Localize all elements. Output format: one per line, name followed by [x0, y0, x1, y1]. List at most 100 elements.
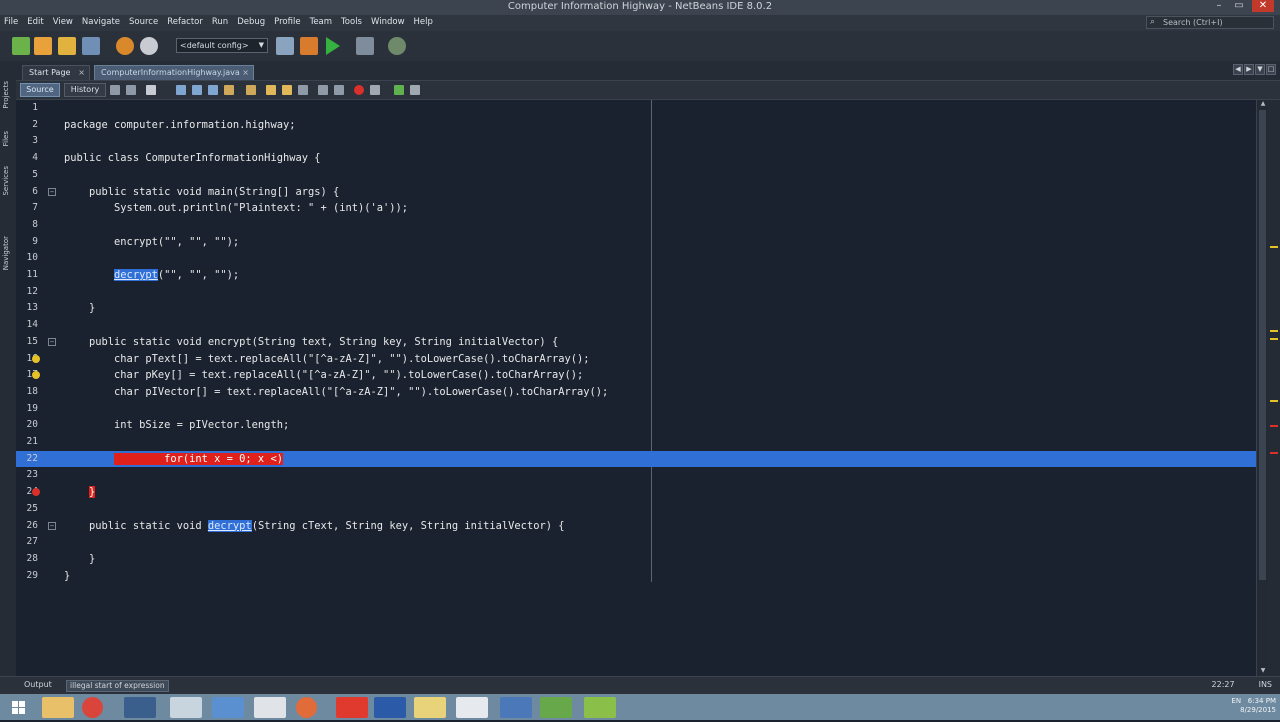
- menu-view[interactable]: View: [53, 17, 73, 27]
- debug-icon[interactable]: [356, 37, 374, 55]
- menu-team[interactable]: Team: [310, 17, 332, 27]
- code-line[interactable]: 10: [16, 250, 1256, 267]
- chrome-icon[interactable]: [82, 697, 103, 718]
- app-icon[interactable]: [540, 697, 572, 718]
- selected-identifier[interactable]: decrypt: [114, 269, 158, 281]
- tab-start-page[interactable]: Start Page ×: [22, 65, 90, 80]
- menu-navigate[interactable]: Navigate: [82, 17, 120, 27]
- code-editor[interactable]: 1 2 package computer.information.highway;…: [16, 100, 1256, 676]
- new-project-icon[interactable]: [12, 37, 30, 55]
- menu-run[interactable]: Run: [212, 17, 228, 27]
- code-line[interactable]: 4 public class ComputerInformationHighway…: [16, 150, 1256, 167]
- scroll-up-icon[interactable]: ▲: [1258, 100, 1268, 109]
- tab-scroll-right-icon[interactable]: ▶: [1244, 64, 1254, 75]
- comment-icon[interactable]: [394, 85, 404, 95]
- close-button[interactable]: ✕: [1252, 0, 1274, 12]
- side-tab-files[interactable]: Files: [2, 131, 14, 146]
- save-all-icon[interactable]: [82, 37, 100, 55]
- system-tray[interactable]: EN 6:34 PM 8/29/2015: [1231, 697, 1276, 715]
- fold-toggle-icon[interactable]: −: [48, 521, 56, 530]
- warning-marker[interactable]: [1270, 246, 1278, 248]
- maximize-editor-icon[interactable]: □: [1266, 64, 1276, 75]
- app-icon[interactable]: [170, 697, 202, 718]
- start-macro-icon[interactable]: [354, 85, 364, 95]
- code-line[interactable]: 19: [16, 401, 1256, 418]
- code-line[interactable]: 3: [16, 133, 1256, 150]
- menu-debug[interactable]: Debug: [237, 17, 265, 27]
- code-line-selected-call[interactable]: 11 decrypt("", "", "");: [16, 267, 1256, 284]
- profile-icon[interactable]: [388, 37, 406, 55]
- code-line[interactable]: 16 char pText[] = text.replaceAll("[^a-z…: [16, 351, 1256, 368]
- app-icon[interactable]: [254, 697, 286, 718]
- next-bookmark-icon[interactable]: [282, 85, 292, 95]
- new-file-icon[interactable]: [34, 37, 52, 55]
- find-previous-icon[interactable]: [192, 85, 202, 95]
- error-marker[interactable]: [1270, 425, 1278, 427]
- code-line[interactable]: 5: [16, 167, 1256, 184]
- tab-list-icon[interactable]: ▼: [1255, 64, 1265, 75]
- code-line[interactable]: 25: [16, 501, 1256, 518]
- app-icon[interactable]: [336, 697, 368, 718]
- close-icon[interactable]: ×: [78, 66, 85, 80]
- undo-icon[interactable]: [116, 37, 134, 55]
- code-line[interactable]: 18 char pIVector[] = text.replaceAll("[^…: [16, 384, 1256, 401]
- code-line[interactable]: 13 }: [16, 300, 1256, 317]
- code-line[interactable]: 27: [16, 534, 1256, 551]
- source-button[interactable]: Source: [20, 83, 60, 97]
- code-line[interactable]: 15− public static void encrypt(String te…: [16, 334, 1256, 351]
- file-explorer-icon[interactable]: [42, 697, 74, 718]
- find-next-icon[interactable]: [208, 85, 218, 95]
- menu-source[interactable]: Source: [129, 17, 158, 27]
- warning-marker[interactable]: [1270, 330, 1278, 332]
- menu-window[interactable]: Window: [371, 17, 405, 27]
- last-edit-icon[interactable]: [110, 85, 120, 95]
- close-icon[interactable]: ×: [242, 66, 249, 80]
- output-tab[interactable]: Output: [24, 680, 52, 689]
- side-tab-projects[interactable]: Projects: [2, 81, 14, 109]
- editor-scrollbar[interactable]: ▲ ▼: [1256, 100, 1268, 676]
- find-selection-icon[interactable]: [176, 85, 186, 95]
- toggle-highlight-icon[interactable]: [224, 85, 234, 95]
- menu-file[interactable]: File: [4, 17, 18, 27]
- scrollbar-thumb[interactable]: [1259, 110, 1266, 580]
- code-line[interactable]: 2 package computer.information.highway;: [16, 117, 1256, 134]
- menu-help[interactable]: Help: [414, 17, 433, 27]
- shift-left-icon[interactable]: [318, 85, 328, 95]
- app-icon[interactable]: [456, 697, 488, 718]
- app-icon[interactable]: [500, 697, 532, 718]
- code-line[interactable]: 7 System.out.println("Plaintext: " + (in…: [16, 200, 1256, 217]
- current-code-line[interactable]: 22 for(int x = 0; x <): [16, 450, 1256, 468]
- side-tab-navigator[interactable]: Navigator: [2, 236, 14, 270]
- menu-refactor[interactable]: Refactor: [167, 17, 203, 27]
- warning-marker[interactable]: [1270, 338, 1278, 340]
- maximize-button[interactable]: ▭: [1232, 0, 1246, 12]
- previous-bookmark-icon[interactable]: [266, 85, 276, 95]
- code-line[interactable]: 6− public static void main(String[] args…: [16, 184, 1256, 201]
- code-line[interactable]: 17 char pKey[] = text.replaceAll("[^a-zA…: [16, 367, 1256, 384]
- error-brace[interactable]: }: [89, 486, 96, 499]
- code-line[interactable]: 26− public static void decrypt(String cT…: [16, 518, 1256, 535]
- scroll-down-icon[interactable]: ▼: [1258, 667, 1268, 676]
- menu-tools[interactable]: Tools: [341, 17, 362, 27]
- fold-toggle-icon[interactable]: −: [48, 337, 56, 346]
- code-line[interactable]: 1: [16, 100, 1256, 117]
- app-icon[interactable]: [296, 697, 317, 718]
- warning-marker[interactable]: [1270, 400, 1278, 402]
- app-icon[interactable]: [212, 697, 244, 718]
- error-icon[interactable]: [32, 488, 40, 497]
- code-line[interactable]: 20 int bSize = pIVector.length;: [16, 417, 1256, 434]
- code-line[interactable]: 29}: [16, 568, 1256, 585]
- uncomment-icon[interactable]: [410, 85, 420, 95]
- code-line-error[interactable]: 24 }: [16, 484, 1256, 501]
- code-line[interactable]: 21: [16, 434, 1256, 451]
- language-indicator[interactable]: EN: [1231, 697, 1241, 705]
- code-line[interactable]: 8: [16, 217, 1256, 234]
- fold-toggle-icon[interactable]: −: [48, 187, 56, 196]
- menu-edit[interactable]: Edit: [27, 17, 43, 27]
- redo-icon[interactable]: [140, 37, 158, 55]
- side-tab-services[interactable]: Services: [2, 166, 14, 196]
- netbeans-icon[interactable]: [124, 697, 156, 718]
- toggle-rectangular-icon[interactable]: [246, 85, 256, 95]
- toggle-bookmark-icon[interactable]: [298, 85, 308, 95]
- run-icon[interactable]: [326, 37, 340, 55]
